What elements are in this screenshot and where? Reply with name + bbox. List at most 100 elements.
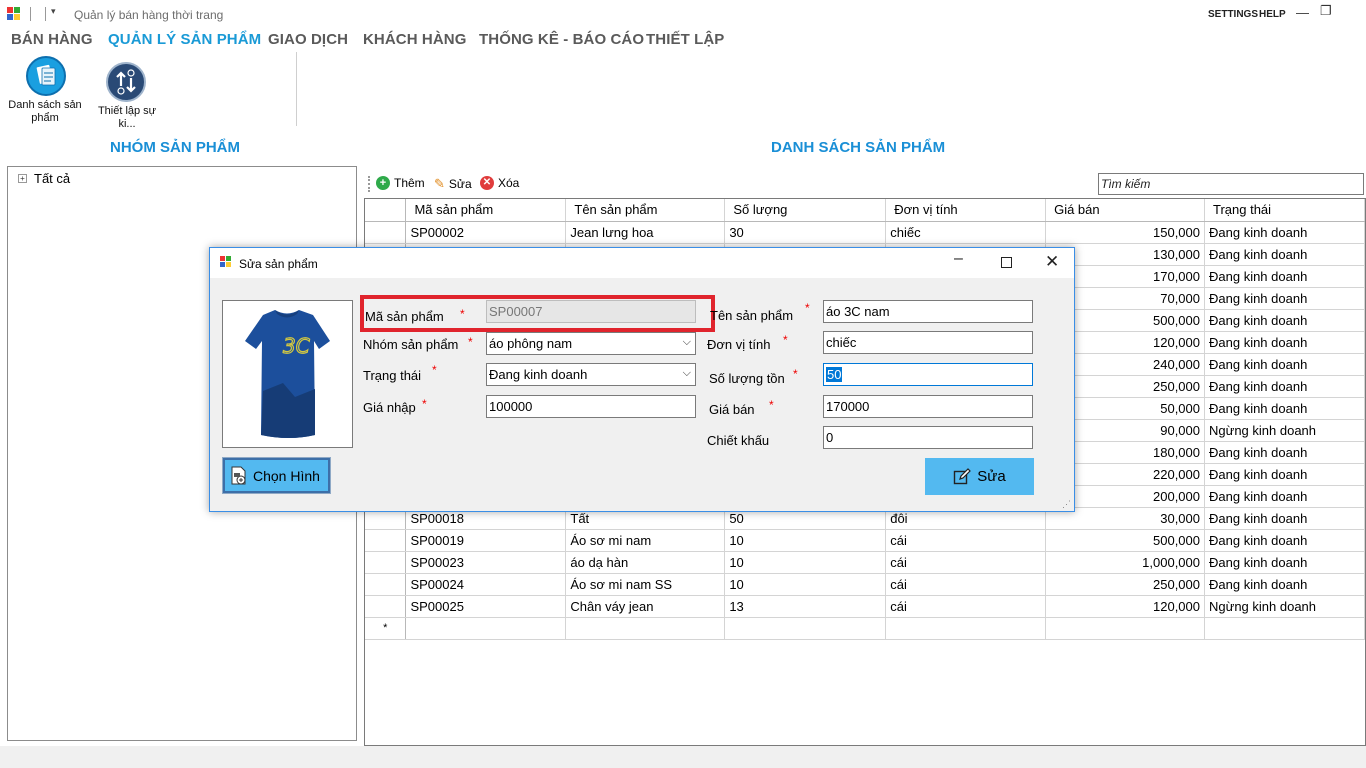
row-header[interactable] (365, 595, 407, 618)
table-row[interactable]: SP00019 Áo sơ mi nam 10 cái 500,000 Đang kinh… (365, 529, 1365, 552)
tab-giao-dich[interactable]: GIAO DỊCH (268, 31, 348, 48)
table-cell[interactable]: SP00025 (405, 595, 567, 618)
table-cell[interactable] (405, 617, 567, 640)
quantity-label: Số lượng tồn (709, 371, 785, 386)
table-cell[interactable]: Đang kinh doanh (1204, 221, 1365, 244)
status-select[interactable]: Đang kinh doanh ⌵ (486, 363, 696, 386)
table-row[interactable]: SP00025 Chân váy jean 13 cái 120,000 Ngừng ki… (365, 595, 1365, 618)
dialog-maximize-button[interactable] (1001, 257, 1012, 268)
save-button[interactable]: Sửa (925, 458, 1034, 495)
table-cell[interactable]: Đang kinh doanh (1204, 551, 1365, 574)
table-cell[interactable] (1204, 617, 1365, 640)
table-cell[interactable]: 10 (724, 551, 887, 574)
row-header[interactable] (365, 573, 407, 596)
product-name-field[interactable]: áo 3C nam (823, 300, 1033, 323)
table-cell[interactable]: cái (885, 595, 1047, 618)
table-cell[interactable]: Chân váy jean (565, 595, 726, 618)
table-cell[interactable]: Đang kinh doanh (1204, 243, 1365, 266)
table-row[interactable]: SP00024 Áo sơ mi nam SS 10 cái 250,000 Đang k… (365, 573, 1365, 596)
table-cell[interactable]: 120,000 (1045, 595, 1205, 618)
table-cell[interactable] (1045, 617, 1205, 640)
row-header[interactable] (365, 221, 407, 244)
edit-button[interactable]: ✎ Sửa (434, 176, 472, 192)
column-header[interactable]: Giá bán (1045, 199, 1205, 222)
table-cell[interactable]: Đang kinh doanh (1204, 353, 1365, 376)
tab-ban-hang[interactable]: BÁN HÀNG (11, 31, 93, 48)
table-cell[interactable]: SP00019 (405, 529, 567, 552)
tab-quan-ly-san-pham[interactable]: QUẢN LÝ SẢN PHẨM (108, 31, 261, 48)
search-input[interactable]: Tìm kiếm (1098, 173, 1364, 195)
table-cell[interactable]: Áo sơ mi nam SS (565, 573, 726, 596)
ribbon-setup-event-button[interactable]: Thiết lập sự ki... (88, 60, 166, 130)
column-header[interactable]: Tên sản phẩm (565, 199, 726, 222)
tab-thong-ke-bao-cao[interactable]: THỐNG KÊ - BÁO CÁO (479, 31, 644, 48)
column-header[interactable]: Đơn vị tính (885, 199, 1047, 222)
table-cell[interactable]: 10 (724, 573, 887, 596)
delete-button[interactable]: ✕ Xóa (480, 176, 519, 190)
table-cell[interactable]: cái (885, 573, 1047, 596)
column-header[interactable]: Số lượng (724, 199, 887, 222)
unit-field[interactable]: chiếc (823, 331, 1033, 354)
settings-link[interactable]: SETTINGS (1208, 9, 1258, 20)
add-button[interactable]: + Thêm (376, 176, 425, 190)
discount-field[interactable]: 0 (823, 426, 1033, 449)
table-cell[interactable]: Ngừng kinh doanh (1204, 419, 1365, 442)
table-cell[interactable] (885, 617, 1047, 640)
sale-price-field[interactable]: 170000 (823, 395, 1033, 418)
table-cell[interactable]: 150,000 (1045, 221, 1205, 244)
table-cell[interactable]: 13 (724, 595, 887, 618)
import-price-field[interactable]: 100000 (486, 395, 696, 418)
table-cell[interactable]: Đang kinh doanh (1204, 331, 1365, 354)
table-cell[interactable] (724, 617, 887, 640)
table-cell[interactable]: áo dạ hàn (565, 551, 726, 574)
tree-expand-icon[interactable]: + (18, 174, 27, 183)
table-cell[interactable]: 1,000,000 (1045, 551, 1205, 574)
table-cell[interactable]: 30 (724, 221, 887, 244)
table-cell[interactable]: SP00023 (405, 551, 567, 574)
table-cell[interactable] (565, 617, 726, 640)
column-header[interactable]: Trạng thái (1204, 199, 1365, 222)
table-row[interactable]: SP00002 Jean lưng hoa 30 chiếc 150,000 Đang k… (365, 221, 1365, 244)
table-cell[interactable]: Ngừng kinh doanh (1204, 595, 1365, 618)
table-cell[interactable]: Đang kinh doanh (1204, 573, 1365, 596)
table-cell[interactable]: Jean lưng hoa (565, 221, 726, 244)
minimize-button[interactable]: — (1296, 5, 1309, 20)
column-header[interactable]: Mã sản phẩm (405, 199, 567, 222)
new-row[interactable]: * (365, 617, 1365, 640)
ribbon-product-list-button[interactable]: Danh sách sản phẩm (4, 54, 86, 126)
resize-grip[interactable]: ⋰ (1062, 499, 1071, 510)
row-header[interactable] (365, 551, 407, 574)
table-cell[interactable]: SP00002 (405, 221, 567, 244)
table-cell[interactable]: Đang kinh doanh (1204, 309, 1365, 332)
table-cell[interactable]: SP00024 (405, 573, 567, 596)
table-cell[interactable]: Đang kinh doanh (1204, 397, 1365, 420)
help-link[interactable]: HELP (1259, 9, 1286, 20)
table-cell[interactable]: Đang kinh doanh (1204, 485, 1365, 508)
quick-access-dropdown-icon[interactable]: ▾ (51, 6, 56, 17)
table-cell[interactable]: 250,000 (1045, 573, 1205, 596)
table-cell[interactable]: Đang kinh doanh (1204, 287, 1365, 310)
product-group-select[interactable]: áo phông nam ⌵ (486, 332, 696, 355)
table-cell[interactable]: 10 (724, 529, 887, 552)
table-cell[interactable]: Đang kinh doanh (1204, 507, 1365, 530)
table-cell[interactable]: Áo sơ mi nam (565, 529, 726, 552)
table-cell[interactable]: Đang kinh doanh (1204, 265, 1365, 288)
table-cell[interactable]: Đang kinh doanh (1204, 441, 1365, 464)
table-cell[interactable]: Đang kinh doanh (1204, 463, 1365, 486)
quantity-field[interactable]: 50 (823, 363, 1033, 386)
dialog-minimize-button[interactable]: – (954, 250, 963, 268)
table-cell[interactable]: Đang kinh doanh (1204, 529, 1365, 552)
tab-khach-hang[interactable]: KHÁCH HÀNG (363, 31, 467, 48)
table-cell[interactable]: cái (885, 529, 1047, 552)
table-cell[interactable]: chiếc (885, 221, 1047, 244)
tree-node-all[interactable]: Tất cả (34, 171, 70, 186)
restore-button[interactable]: ❐ (1320, 3, 1332, 19)
row-header[interactable] (365, 529, 407, 552)
table-row[interactable]: SP00023 áo dạ hàn 10 cái 1,000,000 Đang kinh … (365, 551, 1365, 574)
table-cell[interactable]: cái (885, 551, 1047, 574)
choose-image-button[interactable]: Chọn Hình (222, 457, 331, 494)
table-cell[interactable]: 500,000 (1045, 529, 1205, 552)
dialog-close-button[interactable]: ✕ (1045, 252, 1059, 272)
tab-thiet-lap[interactable]: THIẾT LẬP (646, 31, 724, 48)
table-cell[interactable]: Đang kinh doanh (1204, 375, 1365, 398)
